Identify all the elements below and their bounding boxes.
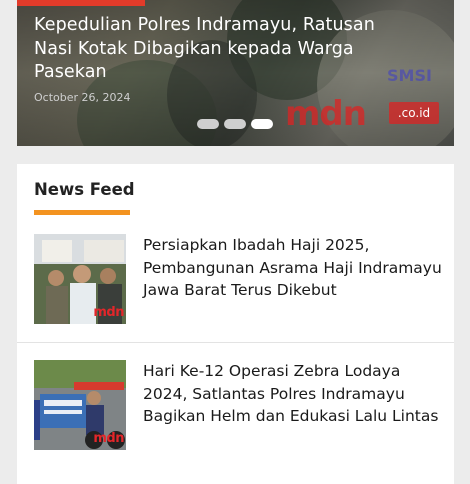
news-thumbnail[interactable]: mdn bbox=[34, 234, 126, 324]
news-feed-card: News Feed mdn Persiapkan Ibadah Haji 202… bbox=[17, 164, 454, 484]
mdn-logo-text: mdn bbox=[285, 94, 367, 134]
section-title-underline bbox=[34, 210, 130, 215]
slider-dot-1[interactable] bbox=[197, 119, 219, 129]
news-thumbnail[interactable]: mdn bbox=[34, 360, 126, 450]
slider-pagination bbox=[197, 119, 273, 129]
news-list-item[interactable]: mdn Persiapkan Ibadah Haji 2025, Pembang… bbox=[17, 234, 454, 343]
featured-date: October 26, 2024 bbox=[34, 91, 131, 104]
slider-dot-3-active[interactable] bbox=[251, 119, 273, 129]
news-title-link[interactable]: Persiapkan Ibadah Haji 2025, Pembangunan… bbox=[143, 234, 443, 302]
featured-headline-link[interactable]: Kepedulian Polres Indramayu, Ratusan Nas… bbox=[34, 14, 414, 85]
thumbnail-watermark: mdn bbox=[93, 305, 124, 320]
news-list-item[interactable]: mdn Hari Ke-12 Operasi Zebra Lodaya 2024… bbox=[17, 343, 454, 468]
category-bar bbox=[17, 0, 145, 6]
section-title: News Feed bbox=[34, 180, 135, 199]
slider-dot-2[interactable] bbox=[224, 119, 246, 129]
mdn-watermark-logo: mdn .co.id bbox=[285, 94, 445, 134]
domain-badge: .co.id bbox=[389, 102, 439, 124]
news-title-link[interactable]: Hari Ke-12 Operasi Zebra Lodaya 2024, Sa… bbox=[143, 360, 443, 428]
featured-slider[interactable]: SMSI mdn .co.id Kepedulian Polres Indram… bbox=[17, 0, 454, 146]
thumbnail-watermark: mdn bbox=[93, 431, 124, 446]
